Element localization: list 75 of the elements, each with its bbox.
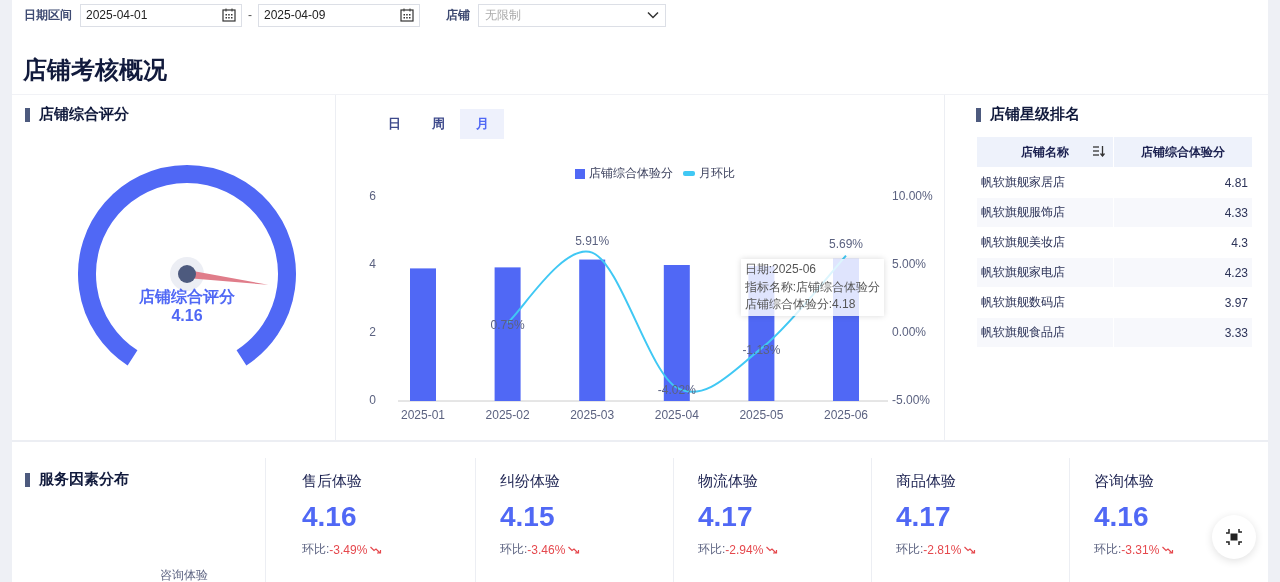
table-cell: 帆软旗舰服饰店 bbox=[977, 198, 1113, 227]
axis-tick-label: 2025-02 bbox=[485, 408, 530, 422]
change-label: 环比: bbox=[500, 541, 528, 558]
change-label: 环比: bbox=[302, 541, 330, 558]
tooltip-line: 日期:2025-06 bbox=[744, 261, 818, 278]
period-tab[interactable]: 日 bbox=[372, 109, 416, 139]
change-value: -3.49% bbox=[329, 542, 368, 557]
axis-tick-label: 5.00% bbox=[892, 257, 927, 272]
metric-title: 物流体验 bbox=[698, 472, 758, 491]
table-cell: 3.33 bbox=[1114, 318, 1252, 347]
change-value: -2.94% bbox=[725, 542, 764, 557]
tooltip-line: 店铺综合体验分:4.18 bbox=[744, 296, 857, 313]
axis-tick-label: 2025-03 bbox=[570, 408, 615, 422]
axis-tick-label: 0 bbox=[369, 393, 376, 408]
tooltip-line: 指标名称:店铺综合体验分 bbox=[744, 278, 880, 296]
period-tab[interactable]: 周 bbox=[416, 109, 460, 139]
axis-tick-label: 2025-06 bbox=[824, 408, 868, 422]
column-header[interactable]: 店铺名称 bbox=[977, 137, 1113, 167]
pie-label: 咨询体验 bbox=[160, 567, 208, 582]
legend-label[interactable]: 店铺综合体验分 bbox=[589, 165, 673, 182]
change-value: -3.31% bbox=[1121, 542, 1160, 557]
metric-title: 咨询体验 bbox=[1094, 472, 1154, 491]
calendar-icon[interactable] bbox=[222, 8, 236, 22]
axis-tick-label: 4 bbox=[369, 257, 376, 272]
table-cell: 帆软旗舰食品店 bbox=[977, 318, 1113, 347]
column-header[interactable]: 店铺综合体验分 bbox=[1114, 137, 1252, 167]
axis-tick-label: 2025-05 bbox=[739, 408, 784, 422]
axis-tick-label: -5.00% bbox=[892, 393, 931, 408]
axis-tick-label: 2 bbox=[369, 325, 376, 340]
heading-marker bbox=[25, 107, 30, 122]
axis-tick-label: 2025-01 bbox=[401, 408, 445, 422]
gauge-label: 店铺综合评分 bbox=[138, 287, 236, 307]
metric-title: 售后体验 bbox=[302, 472, 362, 491]
panel-title: 店铺星级排名 bbox=[990, 105, 1080, 124]
metric-title: 商品体验 bbox=[896, 472, 956, 491]
period-tab[interactable]: 月 bbox=[460, 109, 504, 139]
axis-tick-label: 0.00% bbox=[892, 325, 927, 340]
metric-value: 4.17 bbox=[896, 501, 951, 533]
axis-tick-label: 6 bbox=[369, 189, 376, 204]
field-label: 日期区间 bbox=[24, 6, 72, 24]
table-cell: 4.23 bbox=[1114, 258, 1252, 287]
legend-swatch bbox=[575, 168, 585, 179]
calendar-icon[interactable] bbox=[400, 8, 414, 22]
metric-value: 4.16 bbox=[302, 501, 357, 533]
heading-marker bbox=[25, 472, 30, 487]
change-label: 环比: bbox=[896, 541, 924, 558]
heading-marker bbox=[976, 107, 981, 122]
table-cell: 4.33 bbox=[1114, 198, 1252, 227]
date-field[interactable]: 2025-04-09 bbox=[258, 3, 420, 27]
data-label: 5.91% bbox=[575, 233, 610, 248]
metric-value: 4.16 bbox=[1094, 501, 1149, 533]
legend-label[interactable]: 月环比 bbox=[699, 165, 735, 182]
table-cell: 帆软旗舰家电店 bbox=[977, 258, 1113, 287]
panel-title: 服务因素分布 bbox=[39, 470, 129, 489]
metric-value: 4.15 bbox=[500, 501, 555, 533]
legend-swatch bbox=[683, 171, 695, 176]
change-value: -2.81% bbox=[923, 542, 962, 557]
gauge-value: 4.16 bbox=[170, 307, 204, 325]
page-title: 店铺考核概况 bbox=[23, 55, 167, 85]
field-label: 店铺 bbox=[446, 6, 470, 24]
float-button[interactable] bbox=[1212, 515, 1256, 559]
range-separator: - bbox=[248, 8, 252, 22]
metric-value: 4.17 bbox=[698, 501, 753, 533]
axis-tick-label: 10.00% bbox=[892, 189, 933, 204]
change-value: -3.46% bbox=[527, 542, 566, 557]
change-label: 环比: bbox=[698, 541, 726, 558]
chevron-down-icon bbox=[647, 11, 659, 19]
sort-icon[interactable] bbox=[1093, 145, 1105, 157]
date-field[interactable]: 2025-04-01 bbox=[80, 3, 242, 27]
focus-icon bbox=[1225, 528, 1243, 546]
metric-title: 纠纷体验 bbox=[500, 472, 560, 491]
axis-tick-label: 2025-04 bbox=[654, 408, 699, 422]
change-label: 环比: bbox=[1094, 541, 1122, 558]
data-label: 5.69% bbox=[829, 236, 863, 251]
panel-title: 店铺综合评分 bbox=[39, 105, 129, 124]
